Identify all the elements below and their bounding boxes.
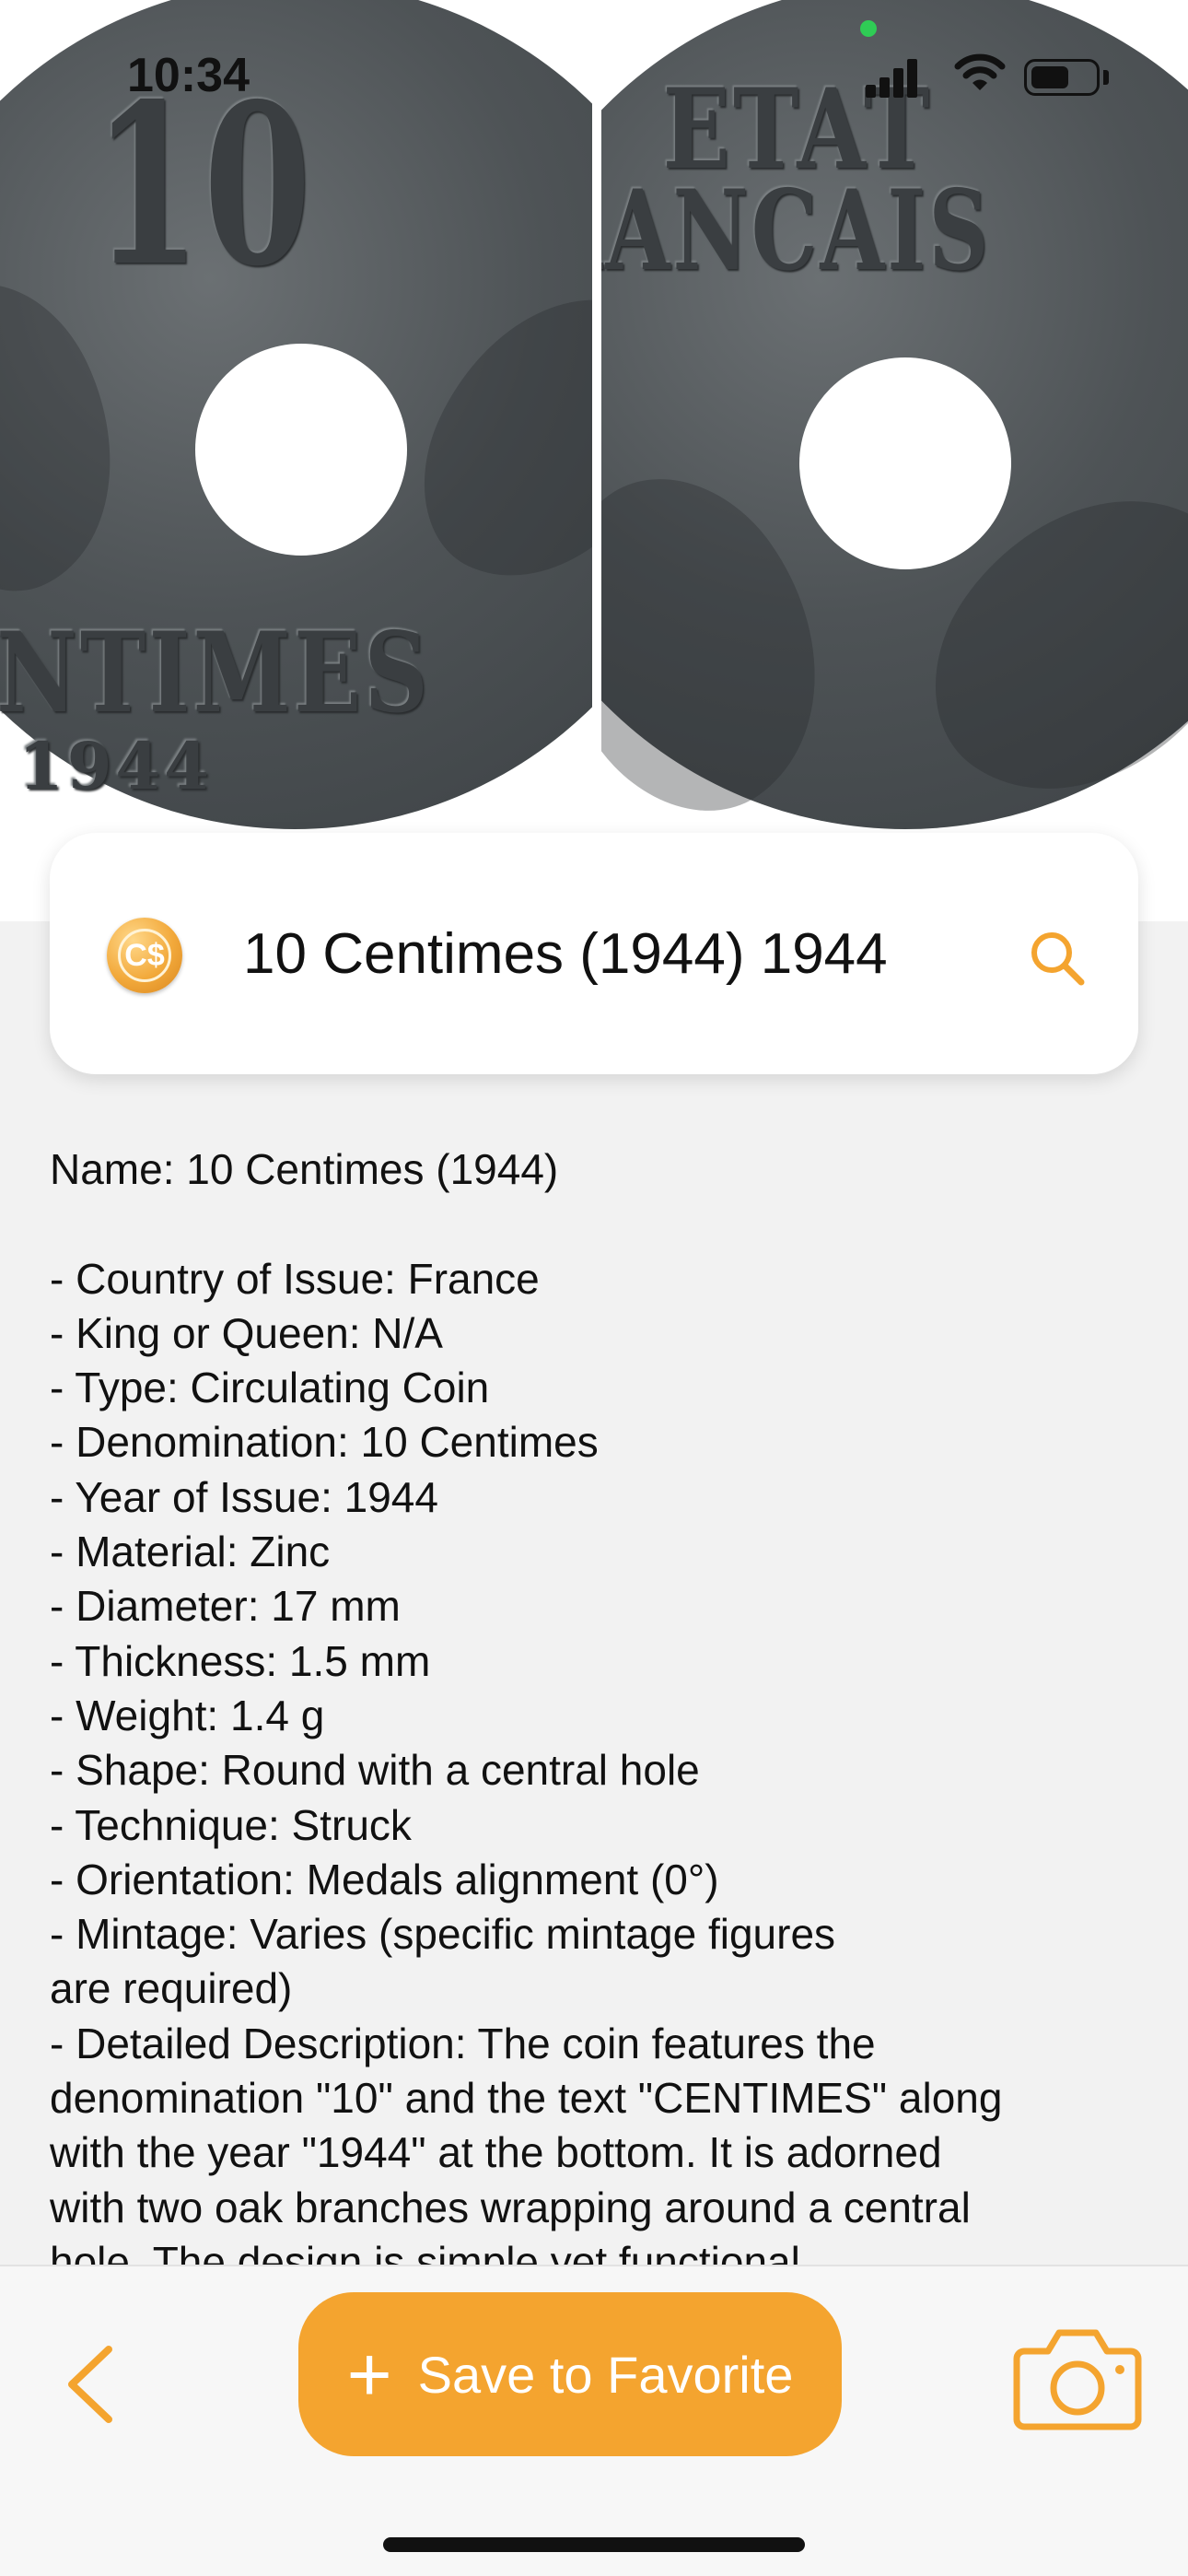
coin-title: 10 Centimes (1944) 1944 (243, 922, 888, 986)
coin-center-hole (195, 344, 407, 556)
battery-icon (1024, 59, 1100, 96)
description-scroll-area[interactable]: Name: 10 Centimes (1944) - Country of Is… (0, 1106, 1188, 2265)
coin-title-card: C$ 10 Centimes (1944) 1944 (50, 833, 1138, 1074)
status-time: 10:34 (127, 49, 250, 102)
coin-engraved-francais: FRANCAIS (601, 166, 992, 296)
status-bar: 10:34 (0, 0, 1188, 157)
battery-cap (1103, 70, 1109, 85)
save-to-favorite-label: Save to Favorite (417, 2345, 794, 2404)
oak-branch-right (388, 252, 592, 623)
coin-engraved-centimes: CENTIMES (0, 608, 432, 738)
wifi-icon (954, 53, 1006, 90)
coin-dollar-icon: C$ (107, 918, 182, 993)
coin-engraved-year: 1944 (18, 728, 213, 804)
plus-icon: + (346, 2331, 392, 2418)
home-indicator[interactable] (383, 2537, 805, 2552)
search-icon[interactable] (1026, 927, 1090, 991)
bottom-toolbar: + Save to Favorite (0, 2265, 1188, 2576)
cellular-signal-icon (866, 57, 917, 98)
chevron-left-icon[interactable] (55, 2338, 129, 2430)
camera-icon[interactable] (1013, 2324, 1142, 2432)
coin-description: Name: 10 Centimes (1944) - Country of Is… (50, 1145, 1003, 2265)
badge-glyph: C$ (118, 929, 171, 982)
battery-level (1031, 66, 1068, 88)
save-to-favorite-button[interactable]: + Save to Favorite (298, 2292, 842, 2456)
coin-center-hole (799, 357, 1011, 569)
camera-in-use-indicator (860, 20, 877, 37)
